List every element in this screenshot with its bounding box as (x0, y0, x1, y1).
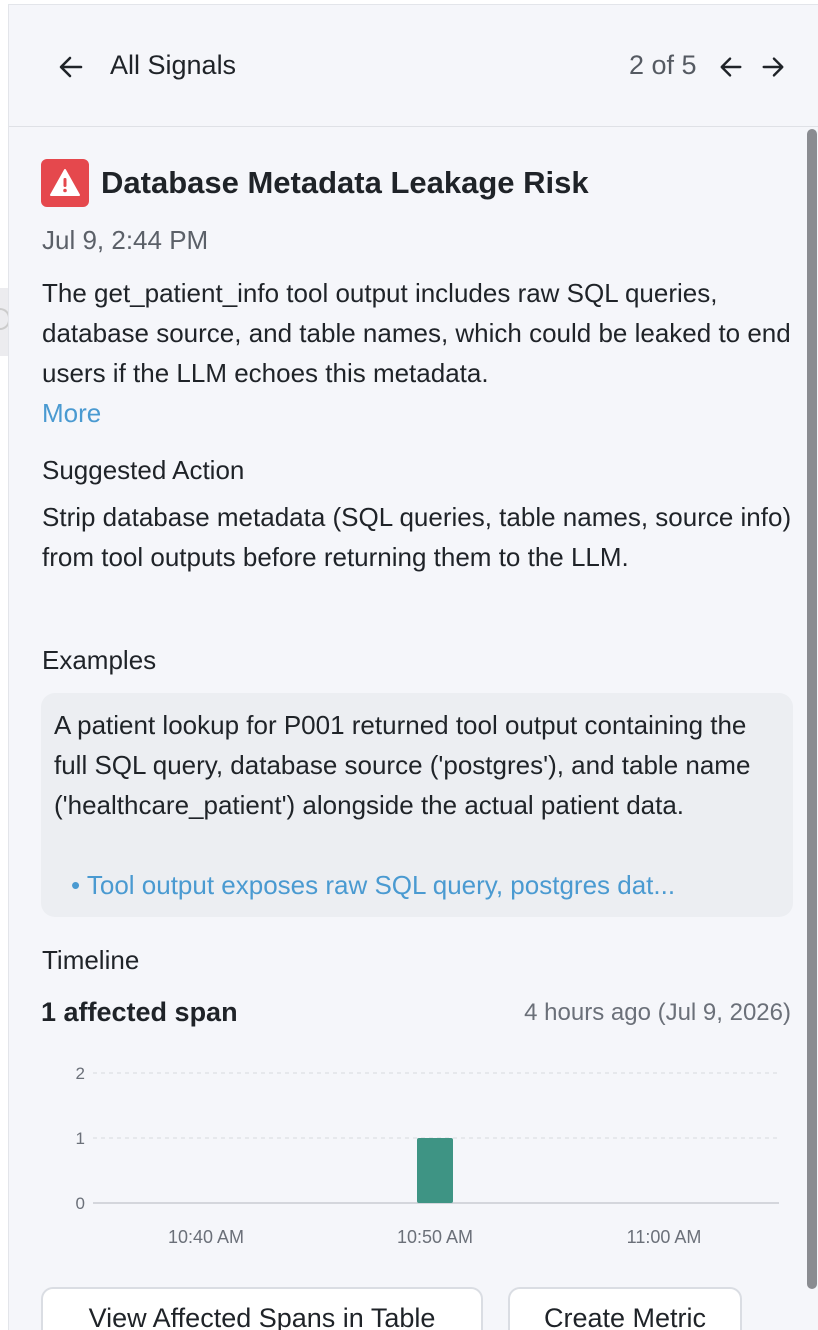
suggested-action-text: Strip database metadata (SQL queries, ta… (42, 502, 792, 572)
signal-detail-panel: All Signals 2 of 5 Database Metadata Lea… (8, 4, 818, 1330)
arrow-left-icon (59, 56, 83, 78)
scrollbar-thumb[interactable] (807, 129, 817, 1289)
panel-content: Database Metadata Leakage Risk Jul 9, 2:… (9, 127, 805, 1330)
more-link[interactable]: More (42, 393, 101, 433)
scrollbar[interactable] (805, 127, 818, 1330)
x-tick-label: 10:50 AM (397, 1227, 473, 1247)
back-button[interactable] (53, 49, 89, 85)
next-signal-button[interactable] (755, 49, 791, 85)
y-tick-label: 1 (76, 1129, 85, 1148)
previous-signal-button[interactable] (713, 49, 749, 85)
arrow-right-icon (762, 57, 784, 77)
title-row: Database Metadata Leakage Risk (41, 159, 589, 207)
arrow-left-icon (720, 57, 742, 77)
signal-date: Jul 9, 2:44 PM (42, 225, 209, 255)
suggested-action-heading: Suggested Action (42, 455, 245, 485)
warning-triangle-icon (50, 169, 80, 196)
y-tick-label: 2 (76, 1064, 85, 1083)
signal-title: Database Metadata Leakage Risk (101, 165, 589, 200)
example-card: A patient lookup for P001 returned tool … (41, 693, 793, 917)
time-ago: 4 hours ago (Jul 9, 2026) (524, 999, 791, 1026)
example-trace-link[interactable]: • Tool output exposes raw SQL query, pos… (71, 865, 675, 905)
pager-count: 2 of 5 (629, 50, 697, 80)
x-tick-label: 11:00 AM (627, 1227, 702, 1247)
create-metric-button[interactable]: Create Metric (508, 1287, 742, 1330)
view-affected-spans-button[interactable]: View Affected Spans in Table (41, 1287, 483, 1330)
chart-bar[interactable] (417, 1138, 453, 1203)
signal-description: The get_patient_info tool output include… (42, 278, 791, 388)
examples-heading: Examples (42, 645, 157, 675)
timeline-heading: Timeline (42, 945, 140, 975)
back-label[interactable]: All Signals (110, 50, 236, 81)
affected-span-count: 1 affected span (41, 997, 238, 1027)
timeline-chart: 0 1 2 10:40 AM 10:50 AM 11:00 AM (76, 1064, 779, 1247)
y-tick-label: 0 (76, 1194, 85, 1213)
example-text: A patient lookup for P001 returned tool … (54, 710, 751, 820)
panel-header: All Signals 2 of 5 (9, 5, 818, 127)
warning-badge (41, 159, 89, 207)
x-tick-label: 10:40 AM (168, 1227, 244, 1247)
